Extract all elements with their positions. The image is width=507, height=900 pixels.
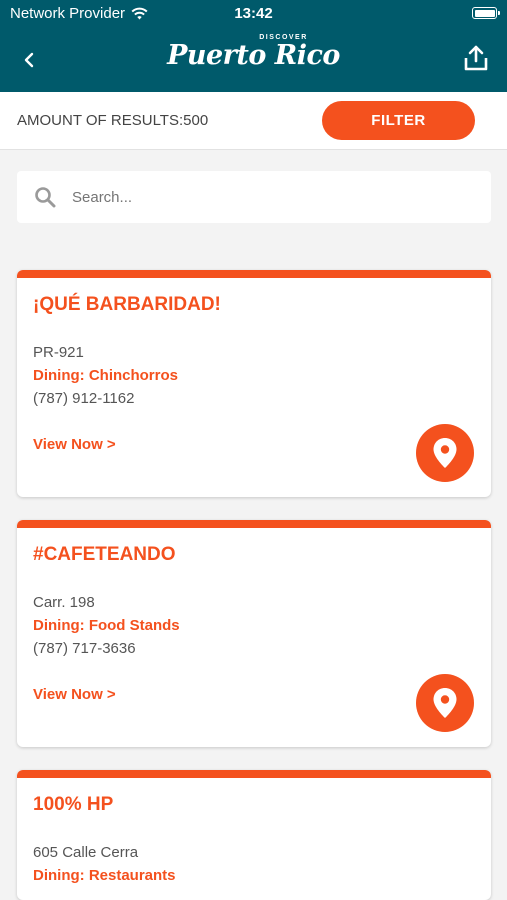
listing-category: Dining: Chinchorros	[33, 367, 178, 384]
card-accent-bar	[17, 520, 491, 528]
listing-phone[interactable]: (787) 717-3636	[33, 640, 136, 657]
clock: 13:42	[234, 5, 273, 22]
filter-button[interactable]: FILTER	[322, 101, 475, 140]
upload-share-icon[interactable]	[463, 44, 489, 72]
card-accent-bar	[17, 270, 491, 278]
listing-title: #CAFETEANDO	[33, 544, 176, 565]
listing-address: 605 Calle Cerra	[33, 844, 139, 861]
logo: DISCOVER Puerto Rico	[0, 34, 507, 71]
map-button[interactable]	[416, 674, 474, 732]
listing-category: Dining: Restaurants	[33, 867, 176, 884]
listing-card[interactable]: ¡QUÉ BARBARIDAD! PR-921 Dining: Chinchor…	[17, 270, 491, 497]
map-pin-icon	[433, 688, 457, 718]
view-now-link[interactable]: View Now >	[33, 436, 116, 453]
battery-icon	[472, 7, 500, 19]
listing-title: ¡QUÉ BARBARIDAD!	[33, 294, 221, 315]
map-pin-icon	[433, 438, 457, 468]
listing-phone[interactable]: (787) 912-1162	[33, 390, 134, 407]
search-input[interactable]	[72, 188, 452, 206]
card-accent-bar	[17, 770, 491, 778]
results-count: AMOUNT OF RESULTS:500	[17, 112, 209, 129]
listing-address: PR-921	[33, 344, 84, 361]
status-bar: Network Provider 13:42	[0, 0, 507, 28]
listing-card[interactable]: 100% HP 605 Calle Cerra Dining: Restaura…	[17, 770, 491, 900]
listing-title: 100% HP	[33, 794, 114, 815]
map-button[interactable]	[416, 424, 474, 482]
magnifier-icon	[35, 187, 56, 208]
listing-address: Carr. 198	[33, 594, 95, 611]
listing-category: Dining: Food Stands	[33, 617, 180, 634]
view-now-link[interactable]: View Now >	[33, 686, 116, 703]
listing-card[interactable]: #CAFETEANDO Carr. 198 Dining: Food Stand…	[17, 520, 491, 747]
nav-bar: DISCOVER Puerto Rico	[0, 28, 507, 92]
search-bar[interactable]	[17, 171, 491, 223]
logo-text: Puerto Rico	[167, 40, 340, 71]
